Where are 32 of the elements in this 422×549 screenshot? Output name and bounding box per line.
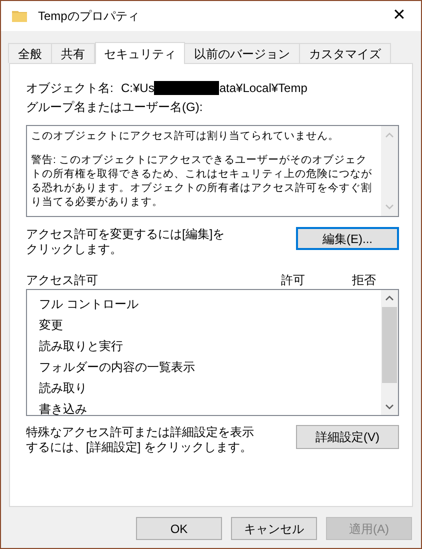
message-text: このオブジェクトにアクセス許可は割り当てられていません。 [31, 129, 340, 143]
column-header: 拒否 [352, 272, 377, 289]
tab[interactable]: カスタマイズ [299, 43, 391, 63]
object-path-text: ata¥Local¥Temp [219, 80, 308, 97]
permission-row[interactable]: 書き込み [39, 399, 381, 415]
dialog-button[interactable]: OK [136, 517, 222, 540]
column-header: アクセス許可 [26, 272, 99, 289]
edit-button[interactable]: 編集(E)... [296, 227, 399, 250]
permission-row[interactable]: 読み取りと実行 [39, 336, 381, 357]
advanced-hint-text: 特殊なアクセス許可または詳細設定を表示するには、[詳細設定] をクリックします。 [26, 425, 255, 455]
permission-row[interactable]: 変更 [39, 315, 381, 336]
dialog-button[interactable]: キャンセル [231, 517, 317, 540]
message-text: 警告: このオブジェクトにアクセスできるユーザーがそのオブジェクトの所有権を取得できるため、これはセキュリティ上の危険につながる恐れがあります。オブジェクトの所有者はアクセス許可を今すぐ割り当てる必要があります。 [31, 153, 373, 209]
close-button[interactable]: ✕ [377, 1, 421, 31]
permission-row[interactable]: フォルダーの内容の一覧表示 [39, 357, 381, 378]
object-name-label: オブジェクト名: [26, 80, 114, 97]
permission-row[interactable]: フル コントロール [39, 294, 381, 315]
folder-icon [12, 9, 28, 23]
permission-row[interactable]: 読み取り [39, 378, 381, 399]
tab[interactable]: 共有 [51, 43, 95, 63]
scroll-thumb[interactable] [382, 307, 397, 383]
window-title: Tempのプロパティ [38, 8, 140, 25]
group-label: グループ名またはユーザー名(G): [26, 99, 204, 116]
edit-hint-text: アクセス許可を変更するには[編集]をクリックします。 [26, 227, 226, 258]
scroll-up-icon[interactable] [385, 295, 394, 301]
column-header: 許可 [281, 272, 306, 289]
tab[interactable]: セキュリティ [95, 42, 185, 64]
scroll-down-icon[interactable] [385, 404, 394, 410]
object-path-text: C:¥Us [121, 80, 154, 97]
redaction-bar [154, 81, 220, 95]
advanced-button[interactable]: 詳細設定(V) [296, 425, 399, 449]
tab[interactable]: 全般 [8, 43, 52, 63]
